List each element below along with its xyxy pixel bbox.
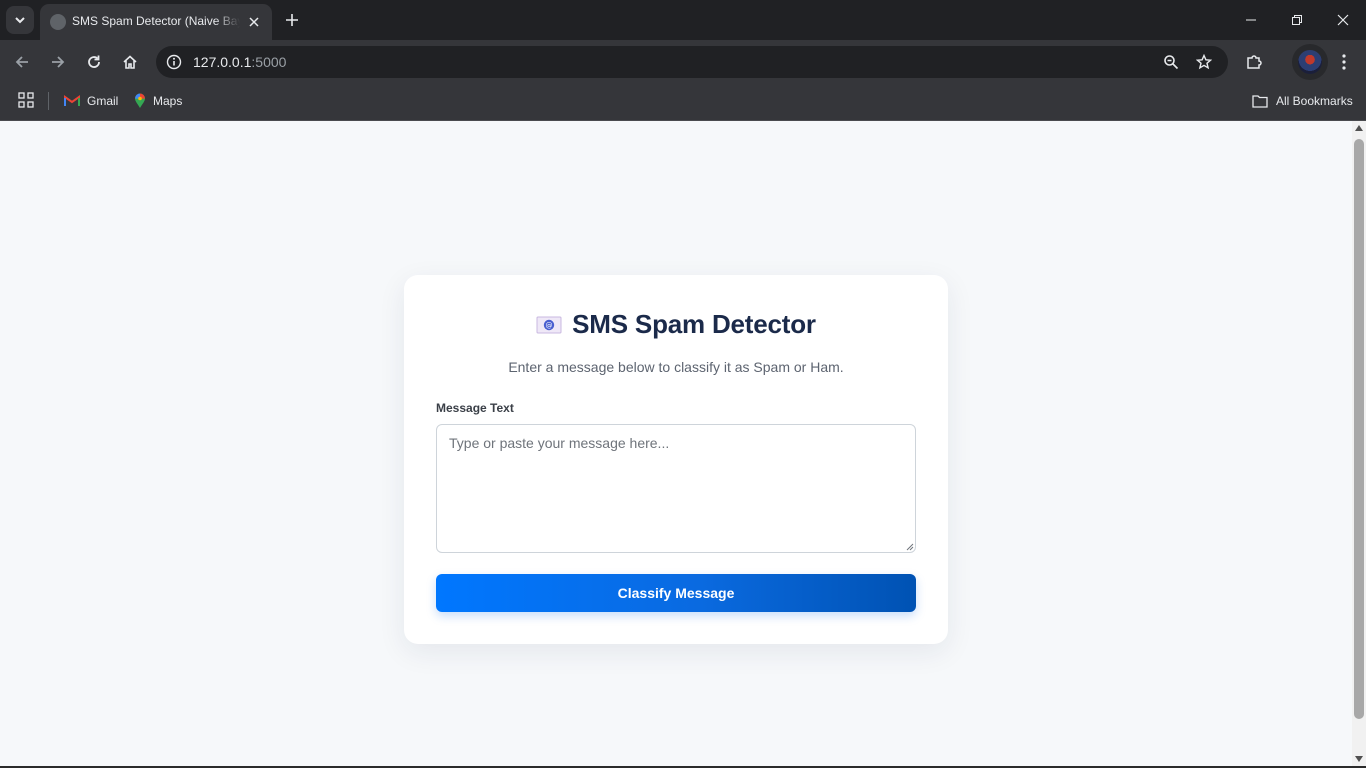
all-bookmarks-label: All Bookmarks	[1276, 94, 1353, 108]
page-viewport: @ SMS Spam Detector Enter a message belo…	[0, 121, 1352, 766]
title-text: SMS Spam Detector	[572, 309, 816, 339]
message-input[interactable]	[436, 424, 916, 553]
scroll-down-arrow-icon[interactable]	[1355, 756, 1363, 762]
restore-icon	[1292, 15, 1302, 25]
scroll-thumb[interactable]	[1354, 139, 1364, 719]
scroll-up-arrow-icon[interactable]	[1355, 125, 1363, 131]
resize-handle-icon[interactable]	[904, 541, 914, 551]
folder-icon	[1252, 95, 1268, 108]
address-bar[interactable]: 127.0.0.1:5000	[156, 46, 1228, 78]
profile-button[interactable]	[1292, 44, 1328, 80]
globe-icon	[50, 14, 66, 30]
browser-tab[interactable]: SMS Spam Detector (Naive Bayes)	[40, 4, 272, 40]
site-info-icon[interactable]	[164, 52, 184, 72]
bookmark-label: Gmail	[87, 94, 119, 108]
restore-button[interactable]	[1274, 0, 1320, 40]
reload-button[interactable]	[80, 48, 108, 76]
avatar	[1298, 50, 1322, 74]
page-scrollbar[interactable]	[1352, 121, 1366, 766]
bookmark-label: Maps	[153, 94, 183, 108]
url-port: :5000	[251, 54, 287, 70]
chevron-down-icon	[15, 17, 25, 24]
classify-button[interactable]: Classify Message	[436, 574, 916, 612]
browser-menu-button[interactable]	[1332, 50, 1356, 74]
bookmark-star-icon[interactable]	[1194, 52, 1214, 72]
tab-search-button[interactable]	[6, 6, 34, 34]
url-host: 127.0.0.1	[193, 54, 252, 70]
bookmark-maps[interactable]: Maps	[134, 90, 182, 112]
arrow-left-icon	[15, 56, 28, 68]
close-tab-button[interactable]	[244, 12, 264, 32]
page-title: @ SMS Spam Detector	[404, 309, 948, 340]
browser-titlebar: SMS Spam Detector (Naive Bayes)	[0, 0, 1366, 40]
zoom-icon[interactable]	[1161, 52, 1181, 72]
close-icon	[1337, 14, 1349, 26]
extensions-button[interactable]	[1242, 50, 1266, 74]
reload-icon	[88, 55, 100, 68]
more-vert-icon	[1342, 54, 1346, 70]
forward-button[interactable]	[44, 48, 72, 76]
puzzle-icon	[1247, 55, 1262, 69]
classifier-card: @ SMS Spam Detector Enter a message belo…	[404, 275, 948, 644]
gmail-icon	[64, 95, 80, 106]
bookmarks-bar: Gmail Maps All Bookmarks	[0, 84, 1366, 121]
svg-text:@: @	[546, 321, 553, 329]
close-window-button[interactable]	[1320, 0, 1366, 40]
home-button[interactable]	[116, 48, 144, 76]
tab-title: SMS Spam Detector (Naive Bayes)	[72, 14, 240, 28]
page-subtitle: Enter a message below to classify it as …	[508, 359, 844, 375]
url-text[interactable]: 127.0.0.1:5000	[193, 54, 286, 70]
minimize-icon	[1246, 19, 1256, 21]
minimize-button[interactable]	[1228, 0, 1274, 40]
browser-toolbar: 127.0.0.1:5000	[0, 40, 1366, 84]
new-tab-button[interactable]	[280, 8, 304, 32]
close-icon	[249, 17, 259, 27]
apps-grid-icon[interactable]	[18, 92, 34, 108]
arrow-right-icon	[52, 56, 65, 68]
all-bookmarks-button[interactable]: All Bookmarks	[1252, 90, 1353, 112]
envelope-icon: @	[536, 316, 562, 333]
maps-icon	[135, 93, 145, 108]
home-icon	[123, 55, 137, 69]
back-button[interactable]	[8, 48, 36, 76]
message-label: Message Text	[436, 401, 514, 415]
bookmarks-divider	[48, 92, 49, 110]
bookmark-gmail[interactable]: Gmail	[64, 90, 118, 112]
plus-icon	[286, 14, 298, 26]
